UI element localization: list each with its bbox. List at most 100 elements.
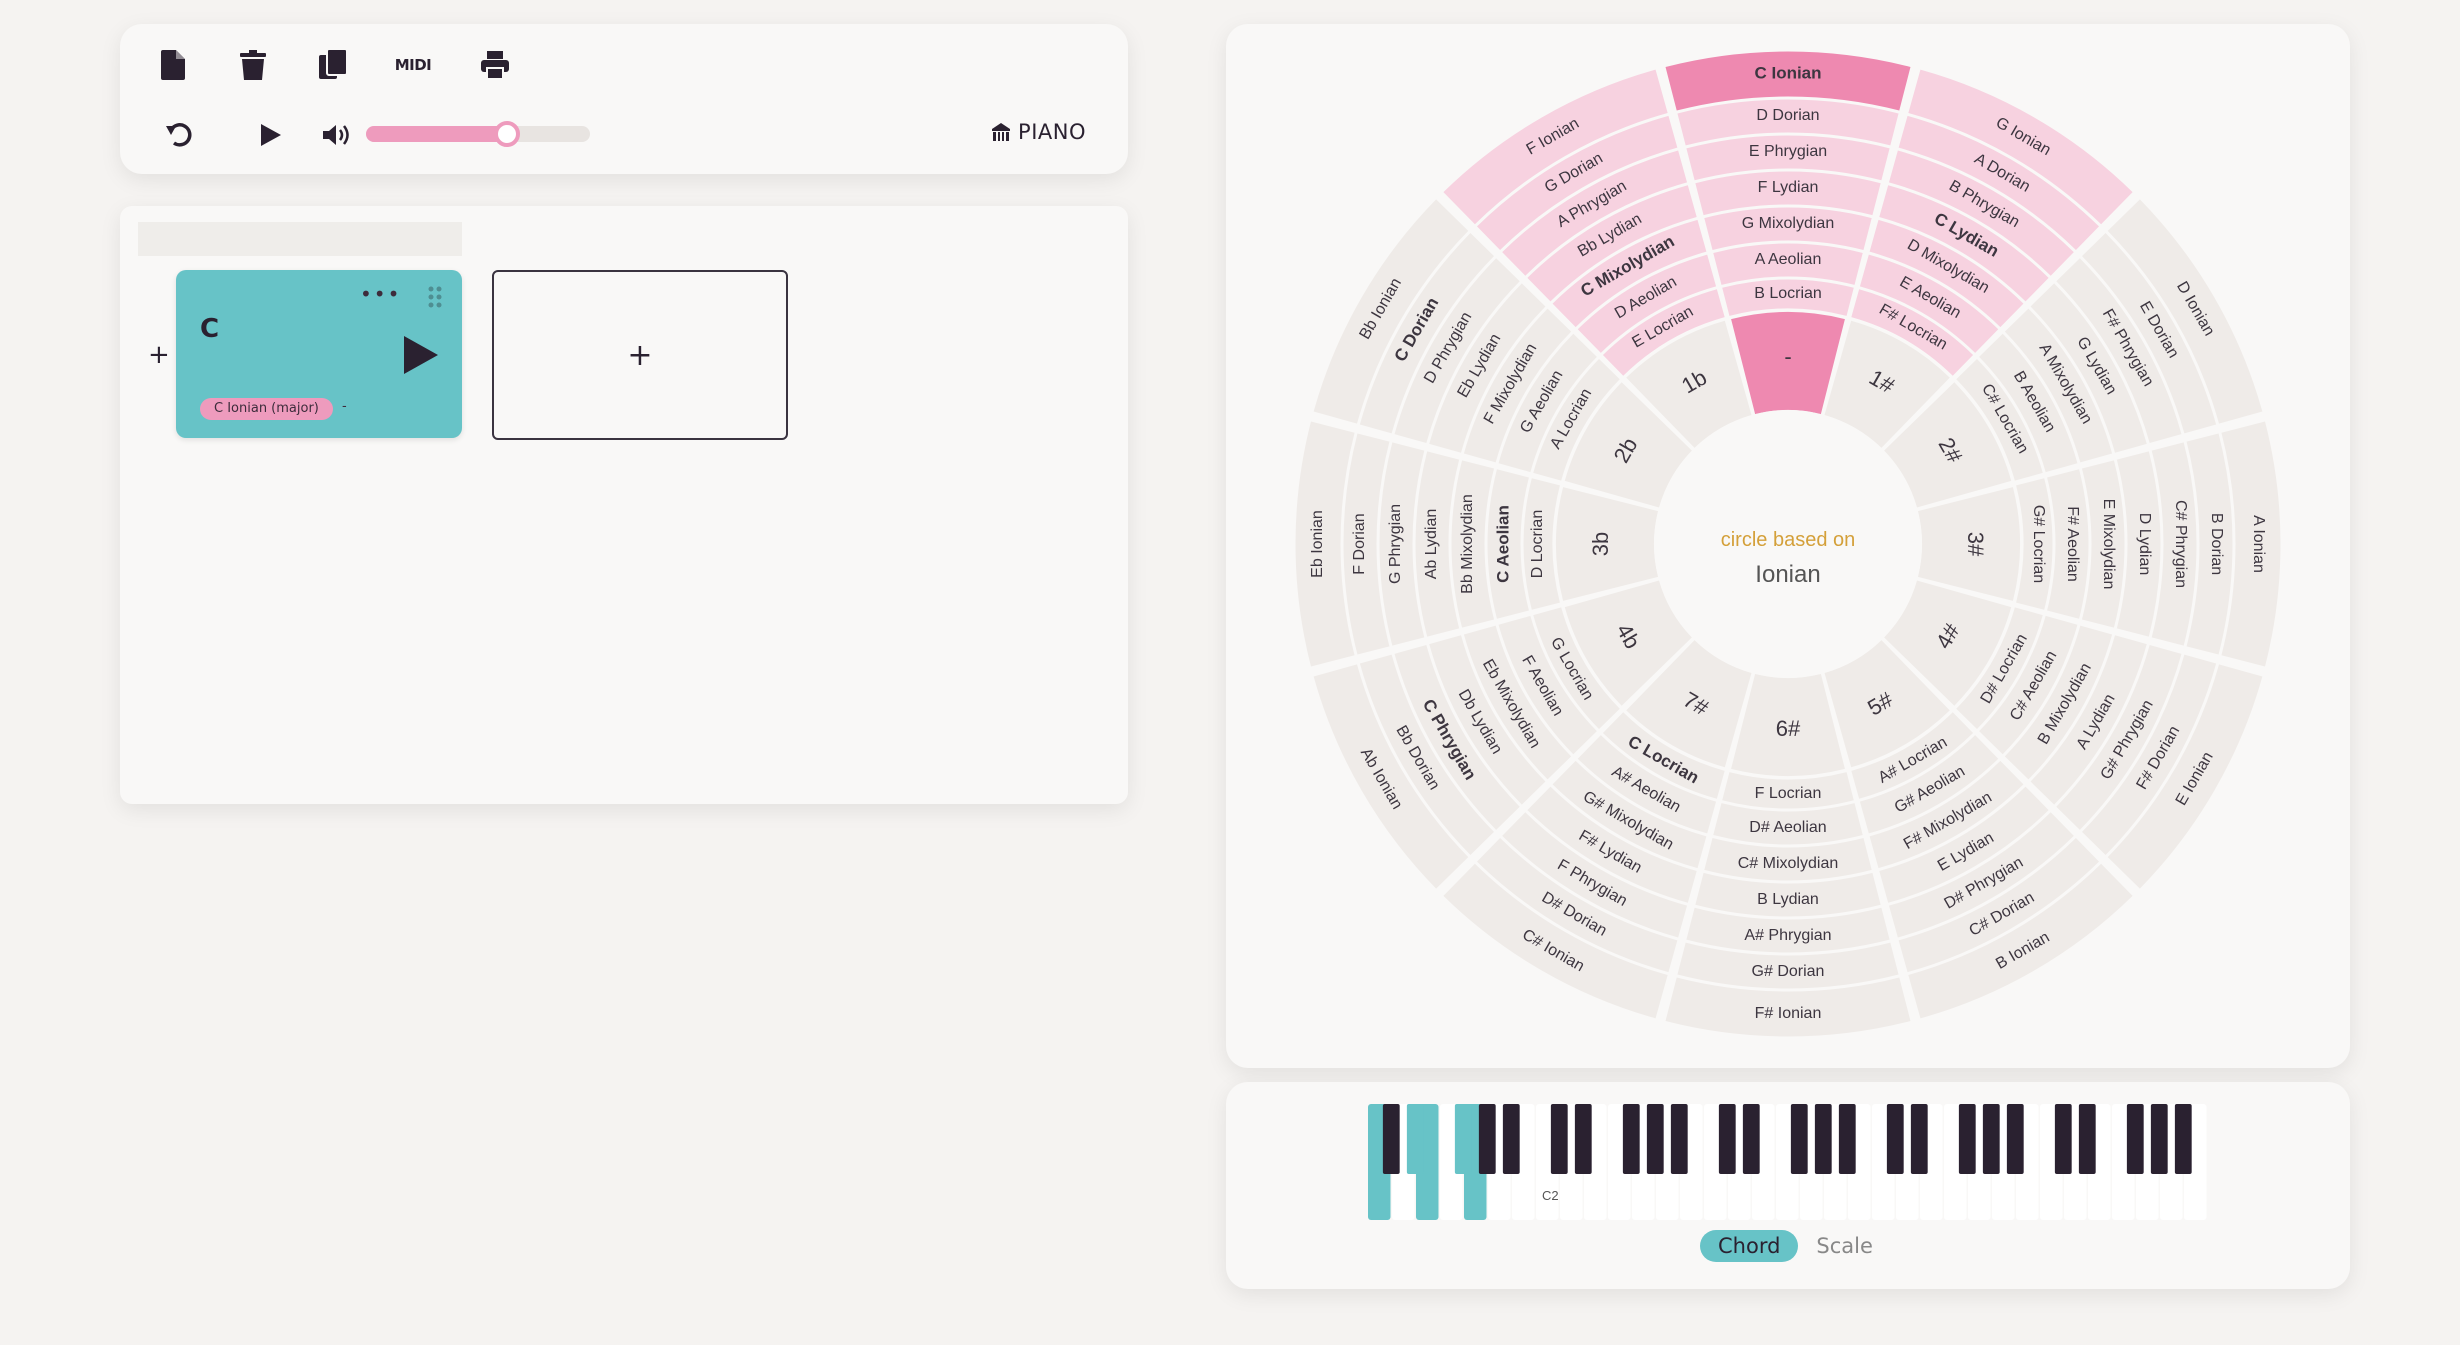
mode-label: D Dorian bbox=[1756, 107, 1819, 124]
mode-label: F# Aeolian bbox=[2064, 506, 2081, 582]
play-icon bbox=[261, 124, 281, 146]
mode-label: D Locrian bbox=[1529, 510, 1546, 578]
volume-slider[interactable] bbox=[366, 121, 590, 147]
black-key[interactable] bbox=[1646, 1104, 1664, 1174]
copy-icon bbox=[319, 49, 347, 79]
octave-label: C2 bbox=[1542, 1188, 1559, 1203]
instrument-label: PIANO bbox=[1018, 120, 1086, 144]
mode-label: D# Aeolian bbox=[1749, 819, 1826, 836]
mode-label: F Dorian bbox=[1351, 513, 1368, 574]
mode-label: B Lydian bbox=[1757, 891, 1819, 908]
mode-label: G# Locrian bbox=[2030, 505, 2047, 583]
mode-label: G Mixolydian bbox=[1742, 215, 1834, 232]
progression-panel: + ••• C C Ionian (major) - + bbox=[120, 206, 1128, 804]
delete-button[interactable] bbox=[230, 42, 276, 88]
mode-label: G Phrygian bbox=[1387, 504, 1404, 584]
mode-label: B Dorian bbox=[2208, 513, 2225, 575]
progression-name-input[interactable] bbox=[138, 222, 462, 256]
mode-label: B Locrian bbox=[1754, 285, 1822, 302]
black-key[interactable] bbox=[1718, 1104, 1736, 1174]
piano-keyboard[interactable]: C2 bbox=[1368, 1104, 2208, 1224]
mode-label: E Mixolydian bbox=[2100, 499, 2117, 590]
piano-icon bbox=[992, 123, 1011, 141]
key-signature-label: - bbox=[1784, 344, 1791, 369]
mode-label: Bb Mixolydian bbox=[1459, 494, 1476, 594]
file-icon bbox=[161, 50, 185, 80]
center-caption: circle based on bbox=[1721, 529, 1856, 551]
black-key[interactable] bbox=[1622, 1104, 1640, 1174]
black-key[interactable] bbox=[1406, 1104, 1424, 1174]
black-key[interactable] bbox=[1454, 1104, 1472, 1174]
mode-label: F Locrian bbox=[1755, 785, 1822, 802]
midi-icon: MIDI bbox=[394, 56, 432, 74]
key-signature-label: 6# bbox=[1776, 716, 1801, 741]
volume-icon bbox=[323, 125, 349, 145]
black-key[interactable] bbox=[1814, 1104, 1832, 1174]
circle-panel: C Ionian D Dorian E Phrygian F Lydian G Mixo… bbox=[1226, 24, 2350, 1068]
mode-label: A# Phrygian bbox=[1744, 927, 1831, 944]
midi-export-button[interactable]: MIDI bbox=[376, 42, 450, 88]
volume-fill bbox=[366, 126, 505, 142]
new-file-button[interactable] bbox=[150, 42, 196, 88]
black-key[interactable] bbox=[2150, 1104, 2168, 1174]
center-mode: Ionian bbox=[1755, 561, 1820, 588]
print-button[interactable] bbox=[472, 42, 518, 88]
drag-handle-icon[interactable] bbox=[428, 286, 442, 308]
loop-icon bbox=[166, 123, 192, 147]
black-key[interactable] bbox=[2126, 1104, 2144, 1174]
insert-chord-before-button[interactable]: + bbox=[148, 340, 170, 370]
trash-icon bbox=[240, 50, 266, 80]
black-key[interactable] bbox=[1670, 1104, 1688, 1174]
black-key[interactable] bbox=[2054, 1104, 2072, 1174]
volume-button[interactable] bbox=[314, 112, 360, 158]
black-key[interactable] bbox=[1910, 1104, 1928, 1174]
mode-label: C# Mixolydian bbox=[1738, 855, 1838, 872]
chord-card[interactable]: ••• C C Ionian (major) - bbox=[176, 270, 462, 438]
black-key[interactable] bbox=[1574, 1104, 1592, 1174]
mode-label: E Phrygian bbox=[1749, 143, 1827, 160]
black-key[interactable] bbox=[2078, 1104, 2096, 1174]
mode-label: D Lydian bbox=[2136, 513, 2153, 576]
chord-mode-tag: C Ionian (major) bbox=[200, 398, 333, 420]
chord-name: C bbox=[200, 314, 220, 344]
circle-of-fifths[interactable]: C Ionian D Dorian E Phrygian F Lydian G Mixo… bbox=[1226, 24, 2350, 1068]
piano-panel: C2 Chord Scale bbox=[1226, 1082, 2350, 1289]
black-key[interactable] bbox=[1886, 1104, 1904, 1174]
black-key[interactable] bbox=[1502, 1104, 1520, 1174]
add-chord-button[interactable]: + bbox=[492, 270, 788, 440]
black-key[interactable] bbox=[1478, 1104, 1496, 1174]
chord-scale-toggle: Chord Scale bbox=[1700, 1230, 1873, 1262]
copy-button[interactable] bbox=[310, 42, 356, 88]
black-key[interactable] bbox=[1382, 1104, 1400, 1174]
black-key[interactable] bbox=[1742, 1104, 1760, 1174]
mode-label: C Ionian bbox=[1754, 63, 1821, 82]
black-key[interactable] bbox=[1982, 1104, 2000, 1174]
printer-icon bbox=[481, 51, 509, 79]
instrument-selector[interactable]: PIANO bbox=[992, 120, 1086, 144]
mode-label: C# Phrygian bbox=[2172, 500, 2189, 588]
black-key[interactable] bbox=[1958, 1104, 1976, 1174]
mode-label: A Aeolian bbox=[1755, 251, 1822, 268]
mode-label: C Aeolian bbox=[1493, 505, 1512, 583]
chord-toggle-button[interactable]: Chord bbox=[1700, 1230, 1799, 1262]
plus-icon: + bbox=[627, 337, 653, 373]
more-options-icon[interactable]: ••• bbox=[360, 282, 401, 306]
mode-label: Eb Ionian bbox=[1309, 510, 1326, 578]
black-key[interactable] bbox=[2006, 1104, 2024, 1174]
play-chord-icon[interactable] bbox=[404, 336, 438, 374]
volume-thumb[interactable] bbox=[493, 121, 520, 147]
black-key[interactable] bbox=[1838, 1104, 1856, 1174]
key-signature-label: 3b bbox=[1588, 532, 1613, 556]
black-key[interactable] bbox=[2174, 1104, 2192, 1174]
black-key[interactable] bbox=[1790, 1104, 1808, 1174]
loop-button[interactable] bbox=[158, 112, 204, 158]
scale-toggle-button[interactable]: Scale bbox=[1816, 1234, 1873, 1258]
key-signature-label: 3# bbox=[1963, 532, 1988, 557]
mode-label: Ab Lydian bbox=[1423, 509, 1440, 580]
mode-label: G# Dorian bbox=[1752, 963, 1825, 980]
chord-extra: - bbox=[342, 399, 347, 414]
play-button[interactable] bbox=[248, 112, 294, 158]
black-key[interactable] bbox=[1550, 1104, 1568, 1174]
toolbar: MIDI PIANO bbox=[120, 24, 1128, 174]
mode-label: F# Ionian bbox=[1755, 1005, 1822, 1022]
